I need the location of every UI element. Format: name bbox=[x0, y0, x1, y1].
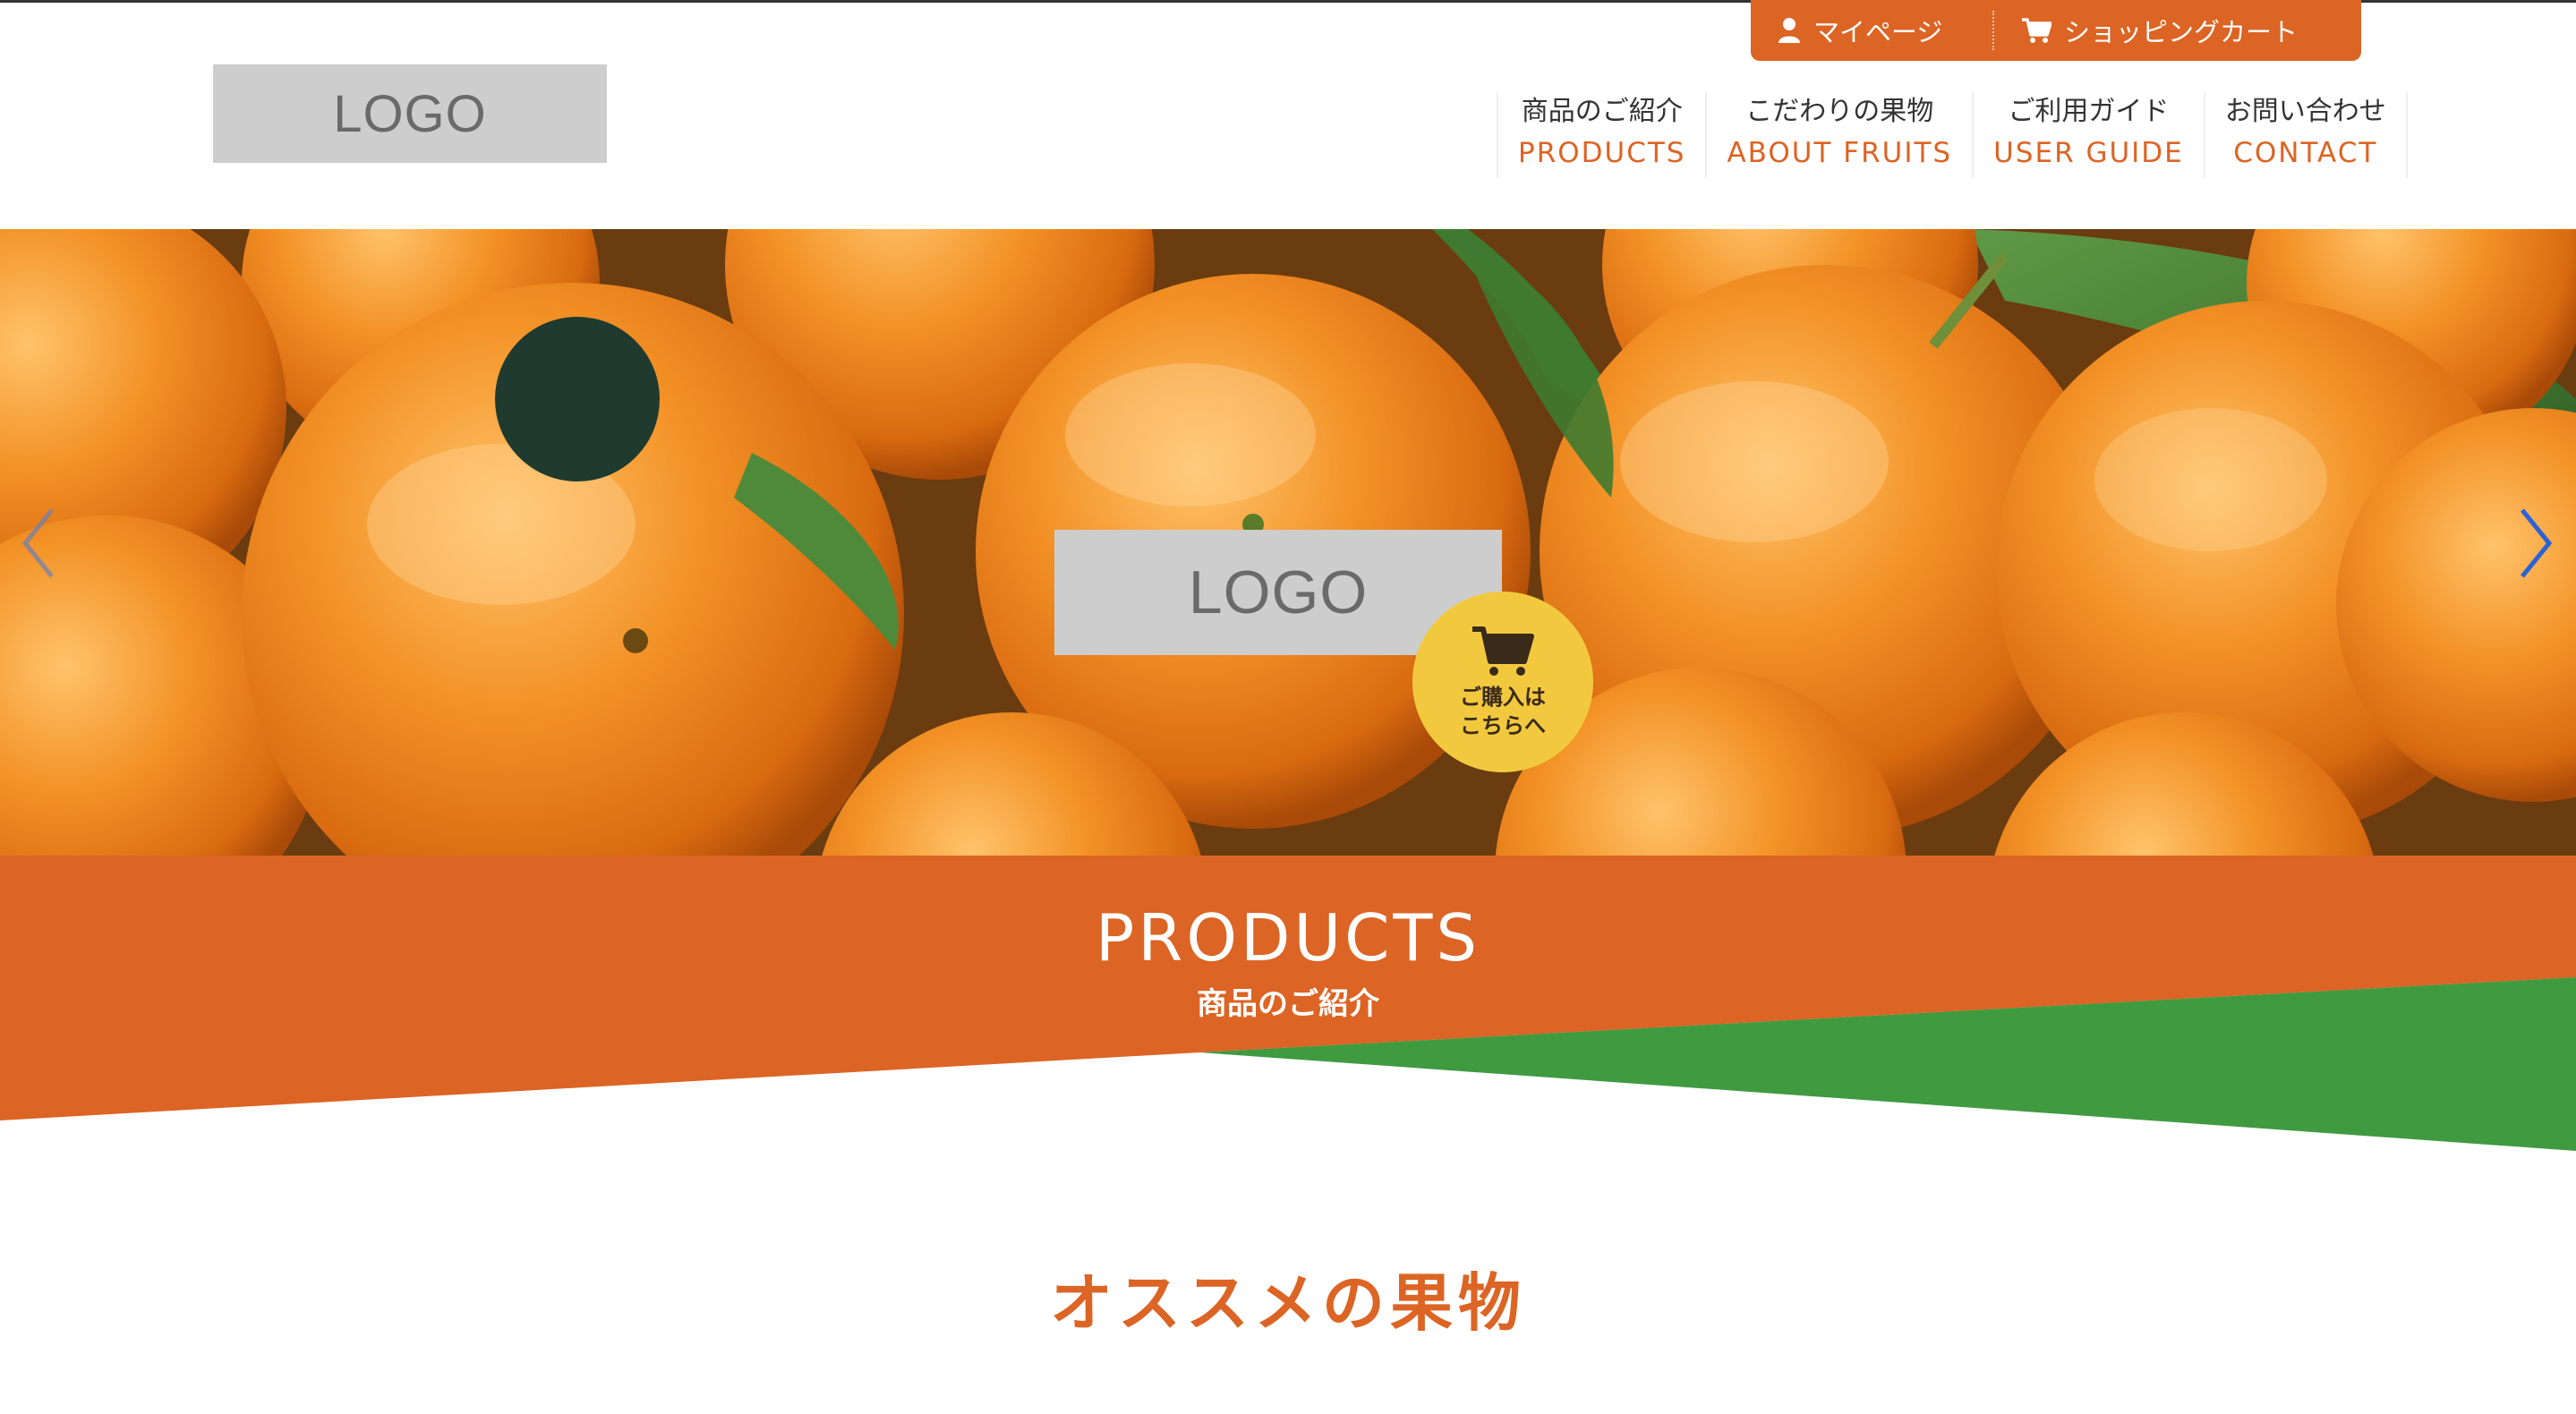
utility-bar: マイページ ショッピングカート bbox=[1751, 0, 2361, 61]
recommended-heading: オススメの果物 bbox=[1050, 1266, 1526, 1340]
hero-slider: LOGO ご購入は こちらへ bbox=[0, 229, 2576, 856]
banner-title: PRODUCTS bbox=[1095, 900, 1481, 975]
nav-label-ja: ご利用ガイド bbox=[2008, 96, 2170, 127]
nav-item-contact[interactable]: お問い合わせ CONTACT bbox=[2203, 92, 2408, 178]
nav-label-ja: こだわりの果物 bbox=[1745, 96, 1934, 127]
nav-label-en: USER GUIDE bbox=[1993, 137, 2184, 169]
nav-item-user-guide[interactable]: ご利用ガイド USER GUIDE bbox=[1972, 92, 2204, 178]
nav-label-en: PRODUCTS bbox=[1518, 137, 1686, 169]
buy-button[interactable]: ご購入は こちらへ bbox=[1412, 592, 1593, 772]
nav-item-products[interactable]: 商品のご紹介 PRODUCTS bbox=[1497, 92, 1705, 178]
banner-subtitle: 商品のご紹介 bbox=[1197, 986, 1379, 1022]
nav-item-about-fruits[interactable]: こだわりの果物 ABOUT FRUITS bbox=[1705, 92, 1972, 178]
global-nav: 商品のご紹介 PRODUCTS こだわりの果物 ABOUT FRUITS ご利用… bbox=[1497, 92, 2408, 178]
mypage-link[interactable]: マイページ bbox=[1751, 0, 1992, 61]
cart-icon bbox=[1472, 626, 1534, 676]
shopping-cart-label: ショッピングカート bbox=[2064, 17, 2299, 47]
chevron-right-icon[interactable] bbox=[2513, 503, 2558, 583]
mypage-label: マイページ bbox=[1813, 17, 1943, 47]
nav-label-ja: お問い合わせ bbox=[2224, 96, 2386, 127]
nav-label-ja: 商品のご紹介 bbox=[1521, 96, 1683, 127]
user-icon bbox=[1778, 18, 1800, 43]
cart-icon bbox=[2022, 18, 2051, 43]
buy-label-line2: こちらへ bbox=[1460, 713, 1546, 738]
nav-label-en: CONTACT bbox=[2233, 137, 2378, 169]
nav-label-en: ABOUT FRUITS bbox=[1727, 137, 1953, 169]
site-logo[interactable]: LOGO bbox=[213, 64, 607, 163]
buy-label-line1: ご購入は bbox=[1460, 685, 1546, 710]
shopping-cart-link[interactable]: ショッピングカート bbox=[1994, 0, 2298, 61]
chevron-left-icon[interactable] bbox=[16, 503, 61, 583]
